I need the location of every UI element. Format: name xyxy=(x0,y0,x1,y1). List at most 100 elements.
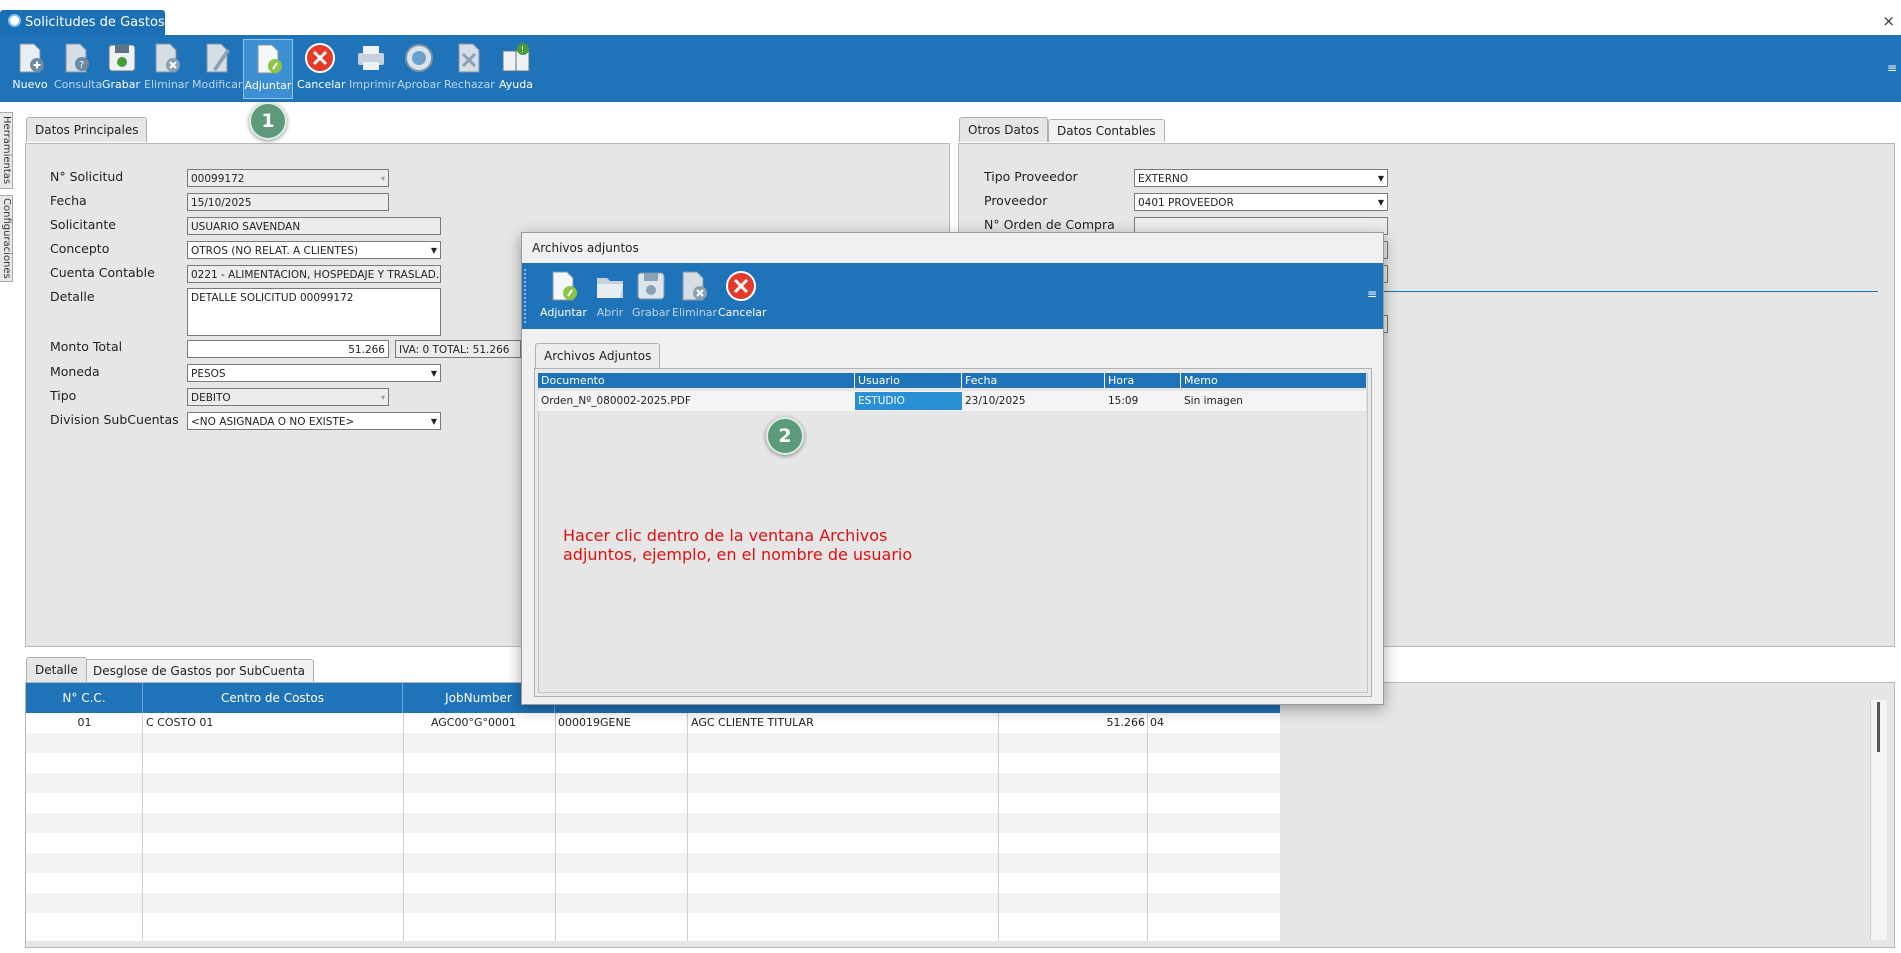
label-division-subcuentas: Division SubCuentas xyxy=(50,412,179,427)
tab-otros-datos[interactable]: Otros Datos xyxy=(959,117,1049,142)
close-icon[interactable]: × xyxy=(1882,12,1895,30)
cancel-icon xyxy=(726,271,756,301)
tab-herramientas[interactable]: Herramientas xyxy=(0,112,13,189)
col-hora[interactable]: Hora xyxy=(1105,373,1181,388)
label-tipo-proveedor: Tipo Proveedor xyxy=(984,169,1078,184)
dialog-cancelar-button[interactable]: Cancelar xyxy=(718,267,767,325)
cancelar-button[interactable]: Cancelar xyxy=(297,39,346,97)
grid-scroll-thumb[interactable] xyxy=(1877,702,1880,752)
toolbar-menu-icon[interactable]: ≡ xyxy=(1887,61,1897,75)
edit-document-icon xyxy=(206,43,230,73)
dialog-title: Archivos adjuntos xyxy=(532,241,639,255)
label-solicitante: Solicitante xyxy=(50,217,116,232)
label-cuenta-contable: Cuenta Contable xyxy=(50,265,155,280)
cell-hora[interactable]: 15:09 xyxy=(1105,392,1181,410)
cell-col5[interactable]: AGC CLIENTE TITULAR xyxy=(691,713,814,733)
grid-stripe xyxy=(26,893,1280,913)
delete-document-icon xyxy=(155,43,180,73)
solicitante-field[interactable]: USUARIO SAVENDAN xyxy=(187,217,441,235)
grid-scrollbar[interactable] xyxy=(1870,700,1887,940)
dialog-eliminar-button[interactable]: Eliminar xyxy=(672,267,717,325)
grid-stripe xyxy=(26,773,1280,793)
svg-text:?: ? xyxy=(79,60,84,71)
col-memo[interactable]: Memo xyxy=(1181,373,1366,388)
label-moneda: Moneda xyxy=(50,364,100,379)
cell-memo[interactable]: Sin imagen xyxy=(1181,392,1366,410)
step-badge-2: 2 xyxy=(766,417,804,455)
fecha-field[interactable]: 15/10/2025 xyxy=(187,193,389,211)
concepto-select[interactable]: OTROS (NO RELAT. A CLIENTES) ▼ xyxy=(187,241,441,259)
tab-datos-principales[interactable]: Datos Principales xyxy=(26,117,148,142)
dialog-toolbar: Adjuntar Abrir Grabar Eliminar Cancelar … xyxy=(522,263,1383,329)
dialog-abrir-button[interactable]: Abrir xyxy=(592,267,628,325)
modificar-button[interactable]: Modificar xyxy=(192,39,243,97)
grabar-button[interactable]: Grabar xyxy=(102,39,140,97)
dialog-adjuntar-button[interactable]: Adjuntar xyxy=(540,267,587,325)
grid-divider xyxy=(998,713,999,941)
monto-total-field[interactable]: 51.266 xyxy=(187,340,389,358)
attach-document-icon xyxy=(552,271,577,301)
query-document-icon: ? xyxy=(65,43,89,73)
dialog-menu-icon[interactable]: ≡ xyxy=(1367,287,1377,301)
instruction-line-2: adjuntos, ejemplo, en el nombre de usuar… xyxy=(563,545,913,564)
label-detalle: Detalle xyxy=(50,289,95,304)
label-concepto: Concepto xyxy=(50,241,110,256)
cell-centro[interactable]: C COSTO 01 xyxy=(146,713,213,733)
eliminar-button[interactable]: Eliminar xyxy=(144,39,189,97)
step-badge-1: 1 xyxy=(249,102,287,140)
aprobar-button[interactable]: Aprobar xyxy=(397,39,441,97)
adjuntar-button[interactable]: Adjuntar xyxy=(243,39,293,99)
proveedor-select[interactable]: 0401 PROVEEDOR ▼ xyxy=(1134,193,1388,211)
label-n-solicitud: N° Solicitud xyxy=(50,169,124,184)
division-subcuentas-select[interactable]: <NO ASIGNADA O NO EXISTE> ▼ xyxy=(187,412,441,430)
instruction-line-1: Hacer clic dentro de la ventana Archivos xyxy=(563,526,888,545)
label-monto-total: Monto Total xyxy=(50,339,123,354)
main-toolbar: Nuevo ? Consulta Grabar Eliminar Modific… xyxy=(0,35,1901,102)
consulta-button[interactable]: ? Consulta xyxy=(54,39,102,97)
grid-stripe xyxy=(26,733,1280,753)
tab-desglose-gastos[interactable]: Desglose de Gastos por SubCuenta xyxy=(84,659,315,682)
cell-documento[interactable]: Orden_Nº_080002-2025.PDF xyxy=(538,392,855,410)
cuenta-contable-field[interactable]: 0221 - ALIMENTACION, HOSPEDAJE Y TRASLAD… xyxy=(187,265,441,283)
dialog-grabar-button[interactable]: Grabar xyxy=(632,267,670,325)
tipo-select[interactable]: DEBITO ▾ xyxy=(187,388,389,406)
tab-datos-contables[interactable]: Datos Contables xyxy=(1048,119,1165,142)
cell-col4[interactable]: 000019GENE xyxy=(558,713,631,733)
col-usuario[interactable]: Usuario xyxy=(855,373,962,388)
new-document-icon xyxy=(19,43,44,73)
iva-total-field: IVA: 0 TOTAL: 51.266 xyxy=(395,340,521,358)
imprimir-button[interactable]: Imprimir xyxy=(349,39,396,97)
col-ncc[interactable]: N° C.C. xyxy=(26,683,143,713)
grid-divider xyxy=(403,713,404,941)
nuevo-button[interactable]: Nuevo xyxy=(12,39,48,97)
grid-divider xyxy=(687,713,688,941)
cell-col6[interactable]: 51.266 xyxy=(1000,713,1146,733)
cell-fecha[interactable]: 23/10/2025 xyxy=(962,392,1105,410)
tab-configuraciones[interactable]: Configuraciones xyxy=(0,195,13,282)
tab-detalle[interactable]: Detalle xyxy=(26,657,87,682)
tipo-proveedor-select[interactable]: EXTERNO ▼ xyxy=(1134,169,1388,187)
rechazar-button[interactable]: Rechazar xyxy=(444,39,495,97)
tab-archivos-adjuntos[interactable]: Archivos Adjuntos xyxy=(535,343,661,368)
app-logo-icon xyxy=(8,14,21,27)
col-documento[interactable]: Documento xyxy=(538,373,855,388)
open-folder-icon xyxy=(597,278,623,298)
delete-document-icon xyxy=(682,271,707,301)
svg-text:!: ! xyxy=(521,45,524,54)
n-solicitud-field[interactable]: 00099172 ▾ xyxy=(187,169,389,187)
cell-col7[interactable]: 04 xyxy=(1150,713,1164,733)
cell-job[interactable]: AGC00°G°0001 xyxy=(404,713,516,733)
cell-ncc[interactable]: 01 xyxy=(26,713,143,733)
label-fecha: Fecha xyxy=(50,193,87,208)
moneda-select[interactable]: PESOS ▼ xyxy=(187,364,441,382)
app-tab[interactable]: Solicitudes de Gastos xyxy=(0,10,165,35)
instruction-text: Hacer clic dentro de la ventana Archivos… xyxy=(563,526,963,564)
cell-usuario[interactable]: ESTUDIO xyxy=(855,392,962,410)
col-centro-costos[interactable]: Centro de Costos xyxy=(143,683,403,713)
col-fecha[interactable]: Fecha xyxy=(962,373,1105,388)
grid-stripe xyxy=(26,853,1280,873)
grid-divider xyxy=(142,713,143,941)
ayuda-button[interactable]: ! Ayuda xyxy=(498,39,534,97)
attach-document-icon xyxy=(257,44,282,74)
detalle-textarea[interactable]: DETALLE SOLICITUD 00099172 xyxy=(187,288,441,336)
